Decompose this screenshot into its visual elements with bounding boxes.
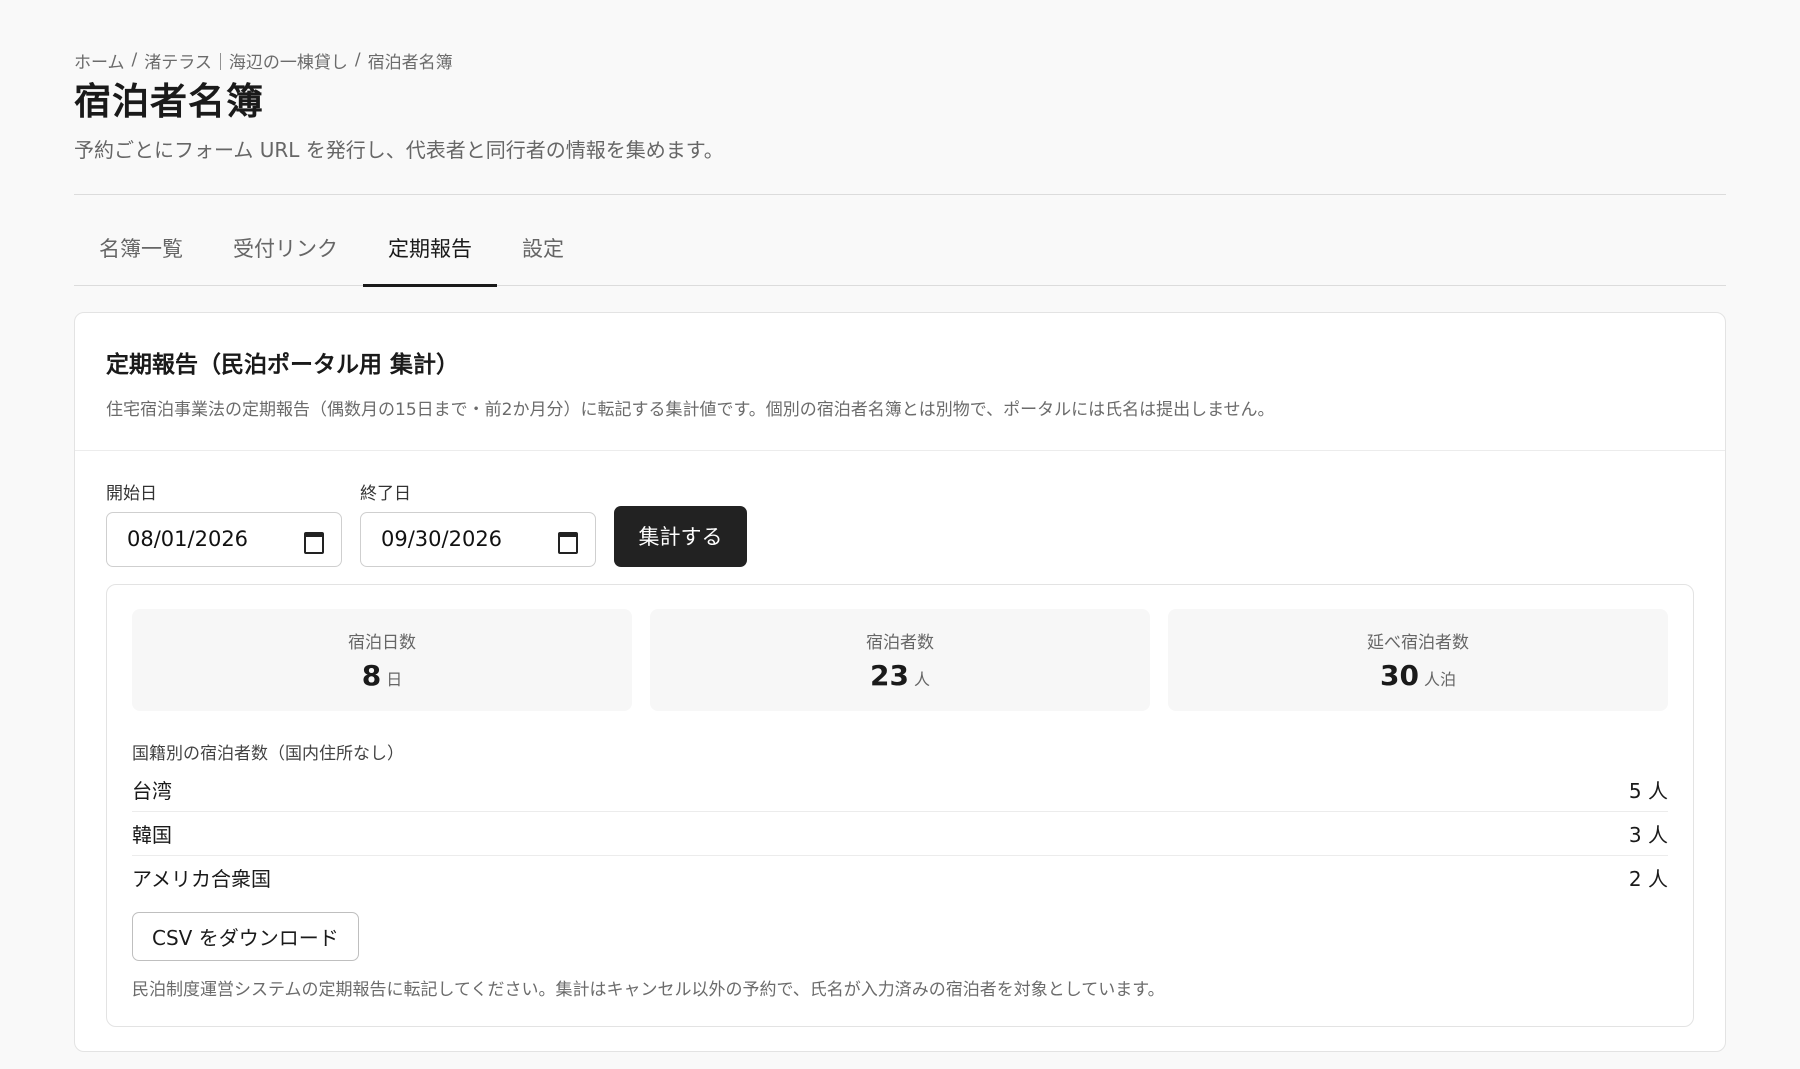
start-date-input[interactable]: 08/01/2026 <box>106 511 342 567</box>
stat-value: 23 人 <box>870 659 930 692</box>
header-divider <box>74 193 1726 195</box>
stat-value: 8 日 <box>362 659 403 692</box>
stat-label: 宿泊日数 <box>348 632 416 653</box>
end-date-label: 終了日 <box>360 483 411 504</box>
stat-unit: 日 <box>386 669 403 689</box>
tab-roster-list[interactable]: 名簿一覧 <box>74 227 208 286</box>
breadcrumb: ホーム / 渚テラス｜海辺の一棟貸し / 宿泊者名簿 <box>74 47 1726 73</box>
stat-value: 30 人泊 <box>1380 659 1456 692</box>
start-date-value: 08/01/2026 <box>127 527 249 552</box>
stat-number: 30 <box>1380 658 1419 692</box>
stat-card-guests: 宿泊者数 23 人 <box>650 608 1150 711</box>
stat-card-guest-nights: 延べ宿泊者数 30 人泊 <box>1168 608 1668 711</box>
nationality-title: 国籍別の宿泊者数（国内住所なし） <box>132 743 404 764</box>
report-title: 定期報告（民泊ポータル用 集計） <box>106 351 460 378</box>
page-title: 宿泊者名簿 <box>74 80 264 123</box>
report-card-header: 定期報告（民泊ポータル用 集計） 住宅宿泊事業法の定期報告（偶数月の15日まで・… <box>75 313 1725 451</box>
csv-download-button[interactable]: CSV をダウンロード <box>132 911 359 961</box>
country-count: 5 人 <box>1628 778 1668 803</box>
aggregate-button[interactable]: 集計する <box>614 505 747 567</box>
list-item: 韓国 3 人 <box>132 812 1668 856</box>
breadcrumb-separator: / <box>131 50 138 70</box>
page-description: 予約ごとにフォーム URL を発行し、代表者と同行者の情報を集めます。 <box>74 137 724 162</box>
country-name: 台湾 <box>132 778 172 803</box>
country-count: 2 人 <box>1628 867 1668 892</box>
date-range-form: 開始日 08/01/2026 終了日 09/30/2026 集計する <box>106 479 1694 567</box>
country-name: 韓国 <box>132 822 172 847</box>
country-name: アメリカ合衆国 <box>132 867 271 892</box>
page: ホーム / 渚テラス｜海辺の一棟貸し / 宿泊者名簿 宿泊者名簿 予約ごとにフォ… <box>0 0 1800 1069</box>
list-item: 台湾 5 人 <box>132 768 1668 812</box>
stat-number: 8 <box>361 658 382 692</box>
stat-unit: 人 <box>913 669 930 689</box>
country-count: 3 人 <box>1628 822 1668 847</box>
stat-label: 宿泊者数 <box>866 632 934 653</box>
report-description: 住宅宿泊事業法の定期報告（偶数月の15日まで・前2か月分）に転記する集計値です。… <box>106 399 1275 420</box>
stat-number: 23 <box>870 658 909 692</box>
breadcrumb-item-home[interactable]: ホーム <box>74 48 125 73</box>
tab-reception-link[interactable]: 受付リンク <box>208 227 363 286</box>
footer-note: 民泊制度運営システムの定期報告に転記してください。集計はキャンセル以外の予約で、… <box>132 979 1165 1000</box>
list-item: アメリカ合衆国 2 人 <box>132 856 1668 900</box>
start-date-field: 開始日 08/01/2026 <box>106 479 342 567</box>
breadcrumb-item-current: 宿泊者名簿 <box>367 52 453 73</box>
nationality-list: 台湾 5 人 韓国 3 人 アメリカ合衆国 2 人 <box>132 768 1668 900</box>
stat-card-nights: 宿泊日数 8 日 <box>132 608 632 711</box>
end-date-value: 09/30/2026 <box>381 527 503 552</box>
end-date-field: 終了日 09/30/2026 <box>360 479 596 567</box>
tab-periodic-report[interactable]: 定期報告 <box>363 227 497 287</box>
tab-settings[interactable]: 設定 <box>497 227 589 286</box>
report-card: 定期報告（民泊ポータル用 集計） 住宅宿泊事業法の定期報告（偶数月の15日まで・… <box>74 311 1726 1052</box>
stats-row: 宿泊日数 8 日 宿泊者数 23 人 延べ宿泊者数 30 人泊 <box>132 608 1668 711</box>
calendar-icon[interactable] <box>557 530 578 555</box>
end-date-input[interactable]: 09/30/2026 <box>360 511 596 567</box>
stat-unit: 人泊 <box>1423 669 1456 689</box>
stat-label: 延べ宿泊者数 <box>1367 632 1469 653</box>
report-card-body: 開始日 08/01/2026 終了日 09/30/2026 集計する 宿泊日数 … <box>75 451 1725 1027</box>
breadcrumb-separator: / <box>354 50 361 70</box>
tab-bar: 名簿一覧 受付リンク 定期報告 設定 <box>74 227 1726 287</box>
calendar-icon[interactable] <box>303 530 324 555</box>
results-panel: 宿泊日数 8 日 宿泊者数 23 人 延べ宿泊者数 30 人泊 国籍別の宿泊者数… <box>106 583 1694 1027</box>
start-date-label: 開始日 <box>106 483 157 504</box>
breadcrumb-item-property[interactable]: 渚テラス｜海辺の一棟貸し <box>144 48 348 73</box>
